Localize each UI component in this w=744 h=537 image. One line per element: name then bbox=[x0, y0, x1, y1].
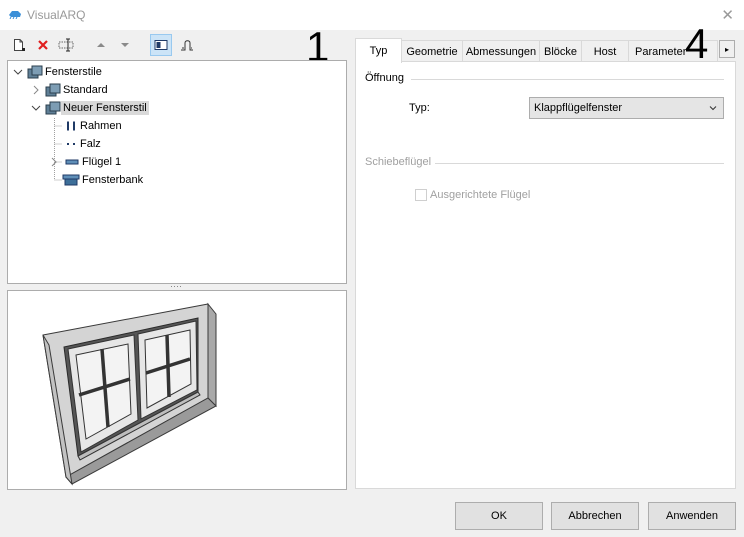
tree-item[interactable]: Standard bbox=[30, 81, 110, 99]
splitter-grip[interactable] bbox=[171, 285, 183, 288]
rebate-component-icon bbox=[67, 143, 75, 145]
move-down-icon bbox=[121, 43, 129, 47]
window-style-folder-icon bbox=[27, 65, 43, 79]
tree-item-label: Flügel 1 bbox=[82, 156, 122, 168]
tab-content-typ: Öffnung Typ: Klappflügelfenster Schiebef… bbox=[355, 61, 736, 489]
chevron-down-icon[interactable] bbox=[12, 66, 24, 78]
move-down-button[interactable] bbox=[114, 34, 136, 56]
window-title: VisualARQ bbox=[27, 8, 86, 22]
aligned-sashes-checkbox[interactable] bbox=[415, 189, 427, 201]
toolbar bbox=[6, 34, 306, 56]
chevron-right-icon[interactable] bbox=[48, 156, 60, 168]
tab-strip: Typ Geometrie Abmessungen Blöcke Host Pa… bbox=[355, 38, 737, 63]
tree-item[interactable]: Fensterstile bbox=[12, 63, 104, 81]
tree-item[interactable]: Fensterbank bbox=[62, 171, 145, 189]
preview-viewport[interactable] bbox=[7, 290, 347, 490]
tree-item[interactable]: Falz bbox=[64, 135, 103, 153]
type-label: Typ: bbox=[409, 102, 430, 114]
title-bar: VisualARQ ✕ bbox=[0, 0, 744, 30]
delete-button[interactable] bbox=[32, 34, 54, 56]
tab-host[interactable]: Host bbox=[581, 40, 629, 62]
tree-item[interactable]: Neuer Fensterstil bbox=[30, 99, 149, 117]
tab-geometrie[interactable]: Geometrie bbox=[401, 40, 463, 62]
chevron-right-icon: ▸ bbox=[724, 44, 729, 54]
tab-bloecke[interactable]: Blöcke bbox=[539, 40, 582, 62]
aligned-sashes-label: Ausgerichtete Flügel bbox=[430, 189, 531, 201]
style-tree: Fensterstile Standard Neuer Fensterstil … bbox=[7, 60, 347, 284]
group-title-sliding: Schiebeflügel bbox=[365, 156, 432, 168]
window-style-icon bbox=[45, 101, 61, 115]
tab-typ[interactable]: Typ bbox=[355, 38, 402, 63]
type-dropdown-value: Klappflügelfenster bbox=[534, 102, 623, 114]
ok-button[interactable]: OK bbox=[455, 502, 543, 530]
window-style-icon bbox=[45, 83, 61, 97]
chevron-down-icon[interactable] bbox=[30, 102, 42, 114]
new-icon bbox=[14, 39, 25, 51]
tree-item-label: Falz bbox=[80, 138, 101, 150]
window-3d-preview-icon bbox=[42, 302, 217, 486]
delete-icon bbox=[38, 40, 48, 50]
type-dropdown[interactable]: Klappflügelfenster bbox=[529, 97, 724, 119]
profile-button[interactable] bbox=[176, 34, 198, 56]
frame-component-icon bbox=[67, 121, 75, 131]
layout-icon bbox=[154, 40, 168, 50]
apply-button[interactable]: Anwenden bbox=[648, 502, 736, 530]
group-title-opening: Öffnung bbox=[365, 72, 404, 84]
tree-item-label: Rahmen bbox=[80, 120, 122, 132]
layout-toggle-button[interactable] bbox=[150, 34, 172, 56]
rename-icon bbox=[58, 38, 74, 52]
app-logo-icon bbox=[9, 11, 21, 19]
group-divider bbox=[411, 79, 724, 80]
new-style-button[interactable] bbox=[8, 34, 30, 56]
tree-item-label: Fensterstile bbox=[45, 66, 102, 78]
tree-item-label: Standard bbox=[63, 84, 108, 96]
close-button[interactable]: ✕ bbox=[721, 6, 734, 24]
tree-item-label: Fensterbank bbox=[82, 174, 144, 186]
tree-item[interactable]: Flügel 1 bbox=[48, 153, 123, 171]
chevron-down-icon bbox=[709, 106, 717, 111]
cancel-button[interactable]: Abbrechen bbox=[551, 502, 639, 530]
annotation-number-4: 4 bbox=[685, 20, 709, 67]
sash-component-icon bbox=[65, 159, 79, 165]
tab-abmessungen[interactable]: Abmessungen bbox=[462, 40, 540, 62]
sill-component-icon bbox=[62, 174, 80, 186]
move-up-icon bbox=[97, 43, 105, 47]
profile-icon bbox=[181, 40, 193, 51]
group-divider bbox=[435, 163, 724, 164]
move-up-button[interactable] bbox=[90, 34, 112, 56]
tree-item-label: Neuer Fensterstil bbox=[61, 101, 149, 115]
tab-scroll-right-button[interactable]: ▸ bbox=[719, 40, 735, 58]
rename-button[interactable] bbox=[56, 34, 78, 56]
tree-item[interactable]: Rahmen bbox=[64, 117, 124, 135]
chevron-right-icon[interactable] bbox=[30, 84, 42, 96]
